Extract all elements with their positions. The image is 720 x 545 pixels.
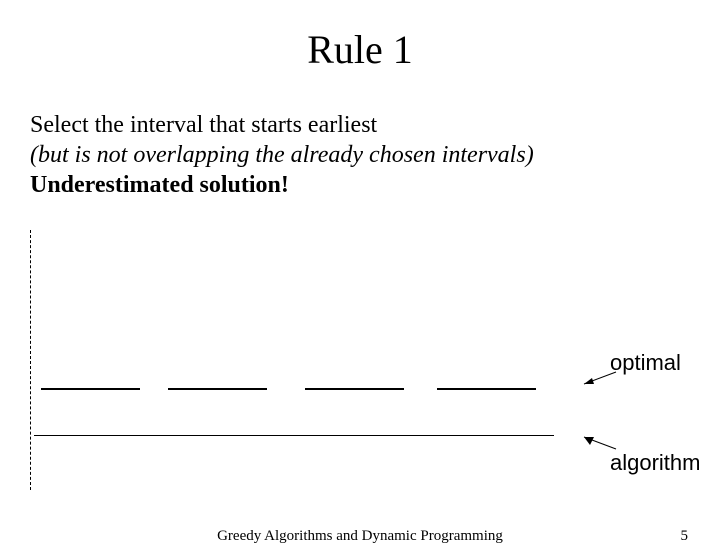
footer-title: Greedy Algorithms and Dynamic Programmin… xyxy=(0,528,720,545)
body-text: Select the interval that starts earliest… xyxy=(30,110,690,200)
body-line-1: Select the interval that starts earliest xyxy=(30,110,690,140)
timeline-start-marker xyxy=(30,230,31,490)
optimal-interval-1 xyxy=(41,388,140,390)
slide: Rule 1 Select the interval that starts e… xyxy=(0,0,720,540)
body-line-2: (but is not overlapping the already chos… xyxy=(30,140,690,170)
interval-diagram: optimal algorithm xyxy=(30,225,690,505)
slide-title: Rule 1 xyxy=(0,26,720,73)
body-line-3: Underestimated solution! xyxy=(30,170,690,200)
algorithm-interval-1 xyxy=(34,435,554,436)
optimal-interval-2 xyxy=(168,388,267,390)
arrow-to-optimal-icon xyxy=(580,370,618,388)
optimal-label: optimal xyxy=(610,350,681,376)
optimal-interval-3 xyxy=(305,388,404,390)
optimal-interval-4 xyxy=(437,388,536,390)
page-number: 5 xyxy=(681,528,689,545)
algorithm-label: algorithm xyxy=(610,450,700,476)
